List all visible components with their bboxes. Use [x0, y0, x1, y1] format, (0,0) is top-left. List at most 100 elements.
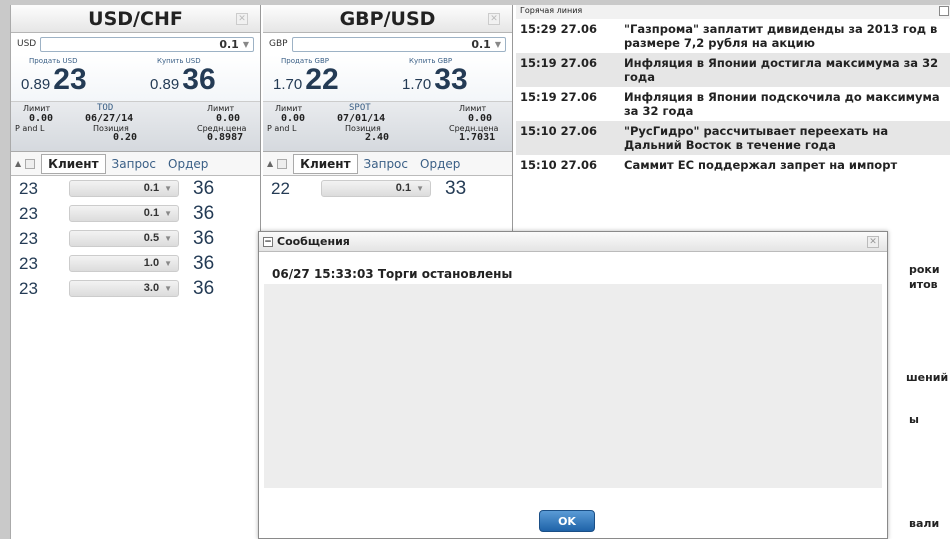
news-text-fragment: итов — [909, 278, 938, 291]
collapse-icon[interactable]: ▲ — [15, 159, 21, 168]
news-item[interactable]: 15:10 27.06 Саммит ЕС поддержал запрет на… — [516, 155, 950, 175]
amount-value: 0.1 — [143, 207, 160, 219]
bid-value: 22 — [271, 178, 290, 198]
minimize-icon[interactable]: − — [263, 236, 273, 247]
pair-title: USD/CHF — [88, 8, 183, 30]
amount-value: 0.1 — [143, 182, 160, 194]
news-item[interactable]: 15:19 27.06 Инфляция в Японии достигла ма… — [516, 53, 950, 87]
ask-value: 33 — [445, 177, 467, 199]
amount-select[interactable]: 0.5 ▼ — [69, 230, 179, 247]
tab-bar: ▲ Клиент Запрос Ордер — [11, 152, 260, 176]
amount-select[interactable]: 3.0 ▼ — [69, 280, 179, 297]
news-header: Горячая линия — [516, 5, 950, 19]
chevron-down-icon: ▼ — [164, 209, 172, 218]
news-time: 15:19 27.06 — [520, 90, 597, 104]
ladder-row[interactable]: 23 0.1 ▼ 36 — [11, 201, 260, 226]
buy-price-small: 1.70 — [402, 76, 432, 93]
tab-client[interactable]: Клиент — [293, 153, 358, 174]
position-value: 0.20 — [113, 132, 138, 143]
news-item[interactable]: 15:10 27.06 "РусГидро" рассчитывает перее… — [516, 121, 950, 155]
pair-panel-usdchf: USD/CHF ✕ USD 0.1 ▼ Продать USD Купить USD … — [11, 5, 261, 539]
news-text-fragment: роки — [909, 263, 940, 276]
amount-select[interactable]: 0.1 ▼ — [321, 180, 431, 197]
ladder-row[interactable]: 23 1.0 ▼ 36 — [11, 251, 260, 276]
buy-price-button[interactable]: 0.89 36 — [150, 63, 216, 97]
quote-box: Продать USD Купить USD 0.89 23 0.89 36 — [11, 55, 260, 102]
close-icon[interactable]: ✕ — [488, 13, 500, 25]
chevron-down-icon: ▼ — [494, 39, 501, 49]
tab-request[interactable]: Запрос — [106, 155, 162, 173]
ladder-row[interactable]: 23 0.5 ▼ 36 — [11, 226, 260, 251]
news-item[interactable]: 15:19 27.06 Инфляция в Японии подскочила … — [516, 87, 950, 121]
news-text: Инфляция в Японии достигла максимума за … — [624, 56, 939, 84]
news-text: Саммит ЕС поддержал запрет на импорт — [624, 158, 898, 172]
messages-dialog: − Сообщения ✕ 06/27 15:33:03 Торги останов… — [258, 231, 888, 539]
ask-value: 36 — [193, 252, 215, 274]
position-value: 2.40 — [365, 132, 390, 143]
news-text-fragment: ы — [909, 413, 919, 426]
dialog-titlebar[interactable]: − Сообщения ✕ — [259, 232, 887, 252]
amount-value: 0.5 — [143, 232, 160, 244]
ask-value: 36 — [193, 177, 215, 199]
bid-value: 23 — [19, 203, 38, 223]
tab-order[interactable]: Ордер — [162, 155, 214, 173]
ladder-row[interactable]: 23 3.0 ▼ 36 — [11, 276, 260, 301]
tab-order[interactable]: Ордер — [414, 155, 466, 173]
buy-price-button[interactable]: 1.70 33 — [402, 63, 468, 97]
tab-bar: ▲ Клиент Запрос Ордер — [263, 152, 512, 176]
ladder-row[interactable]: 23 0.1 ▼ 36 — [11, 176, 260, 201]
sell-price-button[interactable]: 1.70 22 — [273, 63, 339, 97]
ladder-row[interactable]: 22 0.1 ▼ 33 — [263, 176, 512, 201]
news-time: 15:10 27.06 — [520, 158, 597, 172]
currency-label: GBP — [269, 39, 288, 49]
limit-label: Лимит — [23, 104, 51, 113]
edit-icon[interactable] — [277, 158, 288, 169]
limit-value: 0.00 — [468, 113, 493, 124]
chevron-down-icon: ▼ — [164, 259, 172, 268]
edit-icon[interactable] — [25, 158, 36, 169]
ok-button[interactable]: OK — [539, 510, 595, 532]
limit-label: Лимит — [207, 104, 235, 113]
ask-value: 36 — [193, 277, 215, 299]
bid-value: 23 — [19, 228, 38, 248]
amount-select[interactable]: 0.1 ▼ — [40, 36, 254, 52]
amount-value: 3.0 — [143, 282, 160, 294]
chevron-down-icon: ▼ — [164, 234, 172, 243]
amount-select[interactable]: 0.1 ▼ — [291, 36, 506, 52]
sell-price-big: 22 — [305, 63, 339, 96]
currency-label: USD — [17, 39, 37, 49]
tab-request[interactable]: Запрос — [358, 155, 414, 173]
bid-value: 23 — [19, 253, 38, 273]
pl-label: P and L — [267, 124, 297, 133]
amount-value: 0.1 — [219, 37, 239, 51]
news-time: 15:10 27.06 — [520, 124, 597, 138]
close-icon[interactable]: ✕ — [236, 13, 248, 25]
amount-select[interactable]: 1.0 ▼ — [69, 255, 179, 272]
amount-select[interactable]: 0.1 ▼ — [69, 205, 179, 222]
limit-value: 0.00 — [29, 113, 54, 124]
bid-value: 23 — [19, 278, 38, 298]
amount-row: USD 0.1 ▼ — [11, 33, 260, 55]
avg-price-value: 0.8987 — [207, 132, 244, 143]
sell-price-small: 1.70 — [273, 76, 303, 93]
news-time: 15:29 27.06 — [520, 22, 597, 36]
limit-value: 0.00 — [216, 113, 241, 124]
amount-row: GBP 0.1 ▼ — [263, 33, 512, 55]
chevron-down-icon: ▼ — [164, 184, 172, 193]
settle-type: SPOT — [349, 103, 371, 113]
tab-client[interactable]: Клиент — [41, 153, 106, 174]
amount-select[interactable]: 0.1 ▼ — [69, 180, 179, 197]
news-text: "РусГидро" рассчитывает переехать на Дал… — [624, 124, 889, 152]
chevron-down-icon: ▼ — [242, 39, 249, 49]
message-text: 06/27 15:33:03 Торги остановлены — [272, 267, 513, 281]
pl-label: P and L — [15, 124, 45, 133]
maximize-icon[interactable] — [939, 6, 949, 16]
value-date: 07/01/14 — [337, 113, 386, 124]
collapse-icon[interactable]: ▲ — [267, 159, 273, 168]
buy-price-small: 0.89 — [150, 76, 180, 93]
news-item[interactable]: 15:29 27.06 "Газпрома" заплатит дивиденды… — [516, 19, 950, 53]
close-icon[interactable]: ✕ — [867, 236, 879, 248]
sell-price-button[interactable]: 0.89 23 — [21, 63, 87, 97]
amount-value: 0.1 — [395, 182, 412, 194]
ask-value: 36 — [193, 227, 215, 249]
